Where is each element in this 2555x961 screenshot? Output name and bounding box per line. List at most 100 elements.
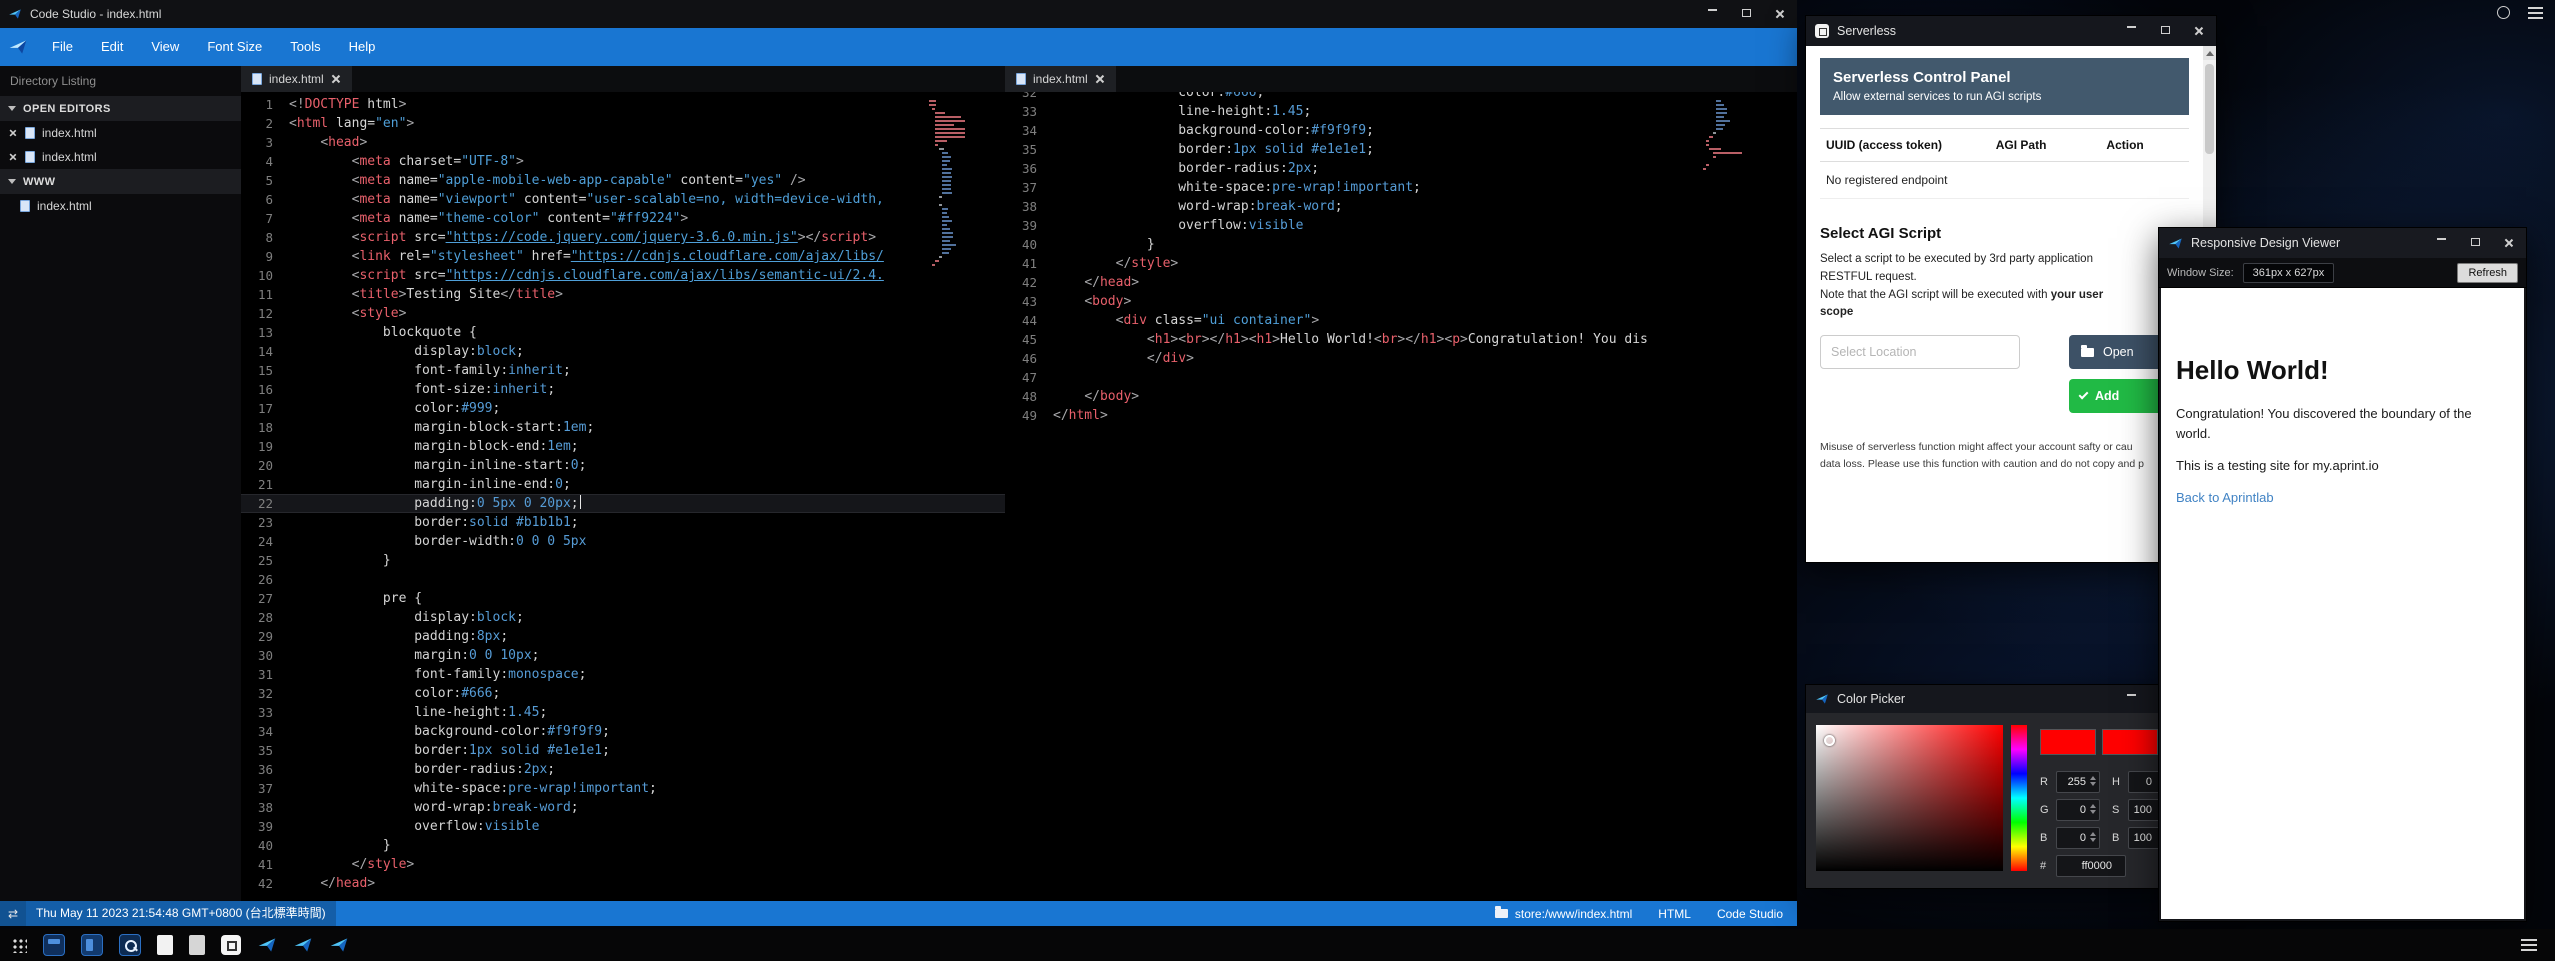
- app-window-icon-1[interactable]: [43, 934, 65, 956]
- remote-icon[interactable]: [0, 901, 26, 926]
- minimize-button[interactable]: [2424, 238, 2458, 240]
- title-bar: Code Studio - index.html: [0, 0, 1797, 28]
- status-file-path[interactable]: store:/www/index.html: [1495, 907, 1632, 921]
- color-picker-content: R 255 G 0 B 0 # ff0000 H 0 S 100 B 100: [1806, 713, 2216, 888]
- status-language[interactable]: HTML: [1658, 907, 1691, 921]
- code-editor[interactable]: 32 color:#666;33 line-height:1.45;34 bac…: [1005, 92, 1797, 901]
- desktop-menu-icon[interactable]: [2528, 7, 2543, 19]
- hex-input[interactable]: ff0000: [2056, 855, 2126, 877]
- launcher-grid-icon[interactable]: [12, 938, 27, 953]
- back-to-aprintlab-link[interactable]: Back to Aprintlab: [2176, 490, 2274, 505]
- code-studio-app-icon-3[interactable]: [329, 935, 349, 955]
- serverless-window: Serverless Serverless Control Panel Allo…: [1806, 16, 2216, 562]
- menu-file[interactable]: File: [38, 28, 87, 66]
- previous-color-swatch[interactable]: [2102, 729, 2158, 755]
- title-bar: Color Picker: [1806, 685, 2216, 713]
- code-line: 1<!DOCTYPE html>: [241, 95, 1005, 114]
- select-location-input[interactable]: [1820, 335, 2020, 369]
- minimize-button[interactable]: [2114, 694, 2148, 696]
- close-icon[interactable]: [9, 129, 17, 137]
- code-content[interactable]: 1<!DOCTYPE html>2<html lang="en">3 <head…: [241, 95, 1005, 893]
- blue-input[interactable]: 0: [2056, 827, 2100, 849]
- menu-help[interactable]: Help: [335, 28, 390, 66]
- green-input[interactable]: 0: [2056, 799, 2100, 821]
- window-size-label: Window Size:: [2167, 267, 2234, 279]
- open-editor-item[interactable]: index.html: [0, 121, 241, 145]
- code-studio-app-icon-1[interactable]: [257, 935, 277, 955]
- menu-tools[interactable]: Tools: [276, 28, 334, 66]
- close-icon[interactable]: [1095, 74, 1105, 84]
- file-item-index-html[interactable]: index.html: [0, 194, 241, 218]
- minimap[interactable]: [929, 100, 965, 268]
- open-editor-item[interactable]: index.html: [0, 145, 241, 169]
- code-line: 6 <meta name="viewport" content="user-sc…: [241, 190, 1005, 209]
- panel-subtitle: Allow external services to run AGI scrip…: [1833, 91, 2176, 103]
- taskbar-menu-icon[interactable]: [2521, 939, 2543, 951]
- hex-label: #: [2040, 860, 2050, 872]
- code-editor[interactable]: 1<!DOCTYPE html>2<html lang="en">3 <head…: [241, 92, 1005, 901]
- file-icon: [1016, 73, 1026, 85]
- minimap[interactable]: [1703, 100, 1739, 172]
- refresh-button[interactable]: Refresh: [2457, 263, 2518, 283]
- code-line: 35 border:1px solid #e1e1e1;: [241, 741, 1005, 760]
- tab-index-html[interactable]: index.html: [1005, 66, 1116, 92]
- hue-slider[interactable]: [2011, 725, 2027, 871]
- code-line: 21 margin-inline-end:0;: [241, 475, 1005, 494]
- serverless-app-icon: [1815, 24, 1829, 38]
- code-content[interactable]: 32 color:#666;33 line-height:1.45;34 bac…: [1005, 92, 1797, 425]
- document-app-icon-1[interactable]: [157, 935, 173, 955]
- code-line: 25 }: [241, 551, 1005, 570]
- open-editors-section[interactable]: OPEN EDITORS: [0, 96, 241, 121]
- panel-title: Serverless Control Panel: [1833, 69, 2176, 86]
- close-icon[interactable]: [9, 153, 17, 161]
- folder-www-section[interactable]: WWW: [0, 169, 241, 194]
- restore-button[interactable]: [1729, 9, 1763, 17]
- app-window-icon-2[interactable]: [81, 934, 103, 956]
- code-line: 19 margin-block-end:1em;: [241, 437, 1005, 456]
- saturation-label: S: [2112, 804, 2122, 816]
- menu-edit[interactable]: Edit: [87, 28, 137, 66]
- picker-cursor[interactable]: [1824, 735, 1835, 746]
- tab-index-html[interactable]: index.html: [241, 66, 352, 92]
- close-button[interactable]: [1763, 9, 1797, 19]
- maximize-button[interactable]: [2458, 238, 2492, 246]
- current-color-swatch[interactable]: [2040, 729, 2096, 755]
- code-line: 42 </head>: [1005, 273, 1797, 292]
- menu-view[interactable]: View: [137, 28, 193, 66]
- maximize-button[interactable]: [2148, 26, 2182, 34]
- document-app-icon-2[interactable]: [189, 935, 205, 955]
- code-line: 29 padding:8px;: [241, 627, 1005, 646]
- section-title: Select AGI Script: [1820, 225, 2189, 242]
- code-line: 40 }: [1005, 235, 1797, 254]
- scrollbar-thumb[interactable]: [2205, 64, 2214, 154]
- close-icon[interactable]: [331, 74, 341, 84]
- serverless-app-icon[interactable]: [221, 935, 241, 955]
- close-button[interactable]: [2492, 238, 2526, 248]
- search-app-icon[interactable]: [119, 934, 141, 956]
- folder-icon: [2081, 348, 2094, 357]
- stepper-icons[interactable]: [2090, 776, 2096, 786]
- code-line: 49</html>: [1005, 406, 1797, 425]
- spinner-icon[interactable]: [2497, 6, 2510, 19]
- menu-font-size[interactable]: Font Size: [193, 28, 276, 66]
- window-title: Responsive Design Viewer: [2191, 236, 2340, 250]
- code-line: 15 font-family:inherit;: [241, 361, 1005, 380]
- minimize-button[interactable]: [2114, 26, 2148, 28]
- saturation-value-picker[interactable]: [1816, 725, 2003, 871]
- sidebar: Directory Listing OPEN EDITORS index.htm…: [0, 66, 241, 901]
- brightness-label: B: [2112, 832, 2122, 844]
- status-bar: Thu May 11 2023 21:54:48 GMT+0800 (台北標準時…: [0, 901, 1797, 926]
- scroll-up-icon[interactable]: [2203, 46, 2216, 60]
- status-datetime: Thu May 11 2023 21:54:48 GMT+0800 (台北標準時…: [26, 901, 336, 926]
- preview-paragraph: Congratulation! You discovered the bound…: [2176, 404, 2507, 443]
- stepper-icons[interactable]: [2090, 832, 2096, 842]
- code-studio-app-icon-2[interactable]: [293, 935, 313, 955]
- code-line: 2<html lang="en">: [241, 114, 1005, 133]
- minimize-button[interactable]: [1695, 9, 1729, 11]
- table-row: No registered endpoint: [1820, 162, 2189, 199]
- code-line: 12 <style>: [241, 304, 1005, 323]
- code-line: 33 line-height:1.45;: [241, 703, 1005, 722]
- close-button[interactable]: [2182, 26, 2216, 36]
- red-input[interactable]: 255: [2056, 771, 2100, 793]
- title-bar: Responsive Design Viewer: [2159, 228, 2526, 258]
